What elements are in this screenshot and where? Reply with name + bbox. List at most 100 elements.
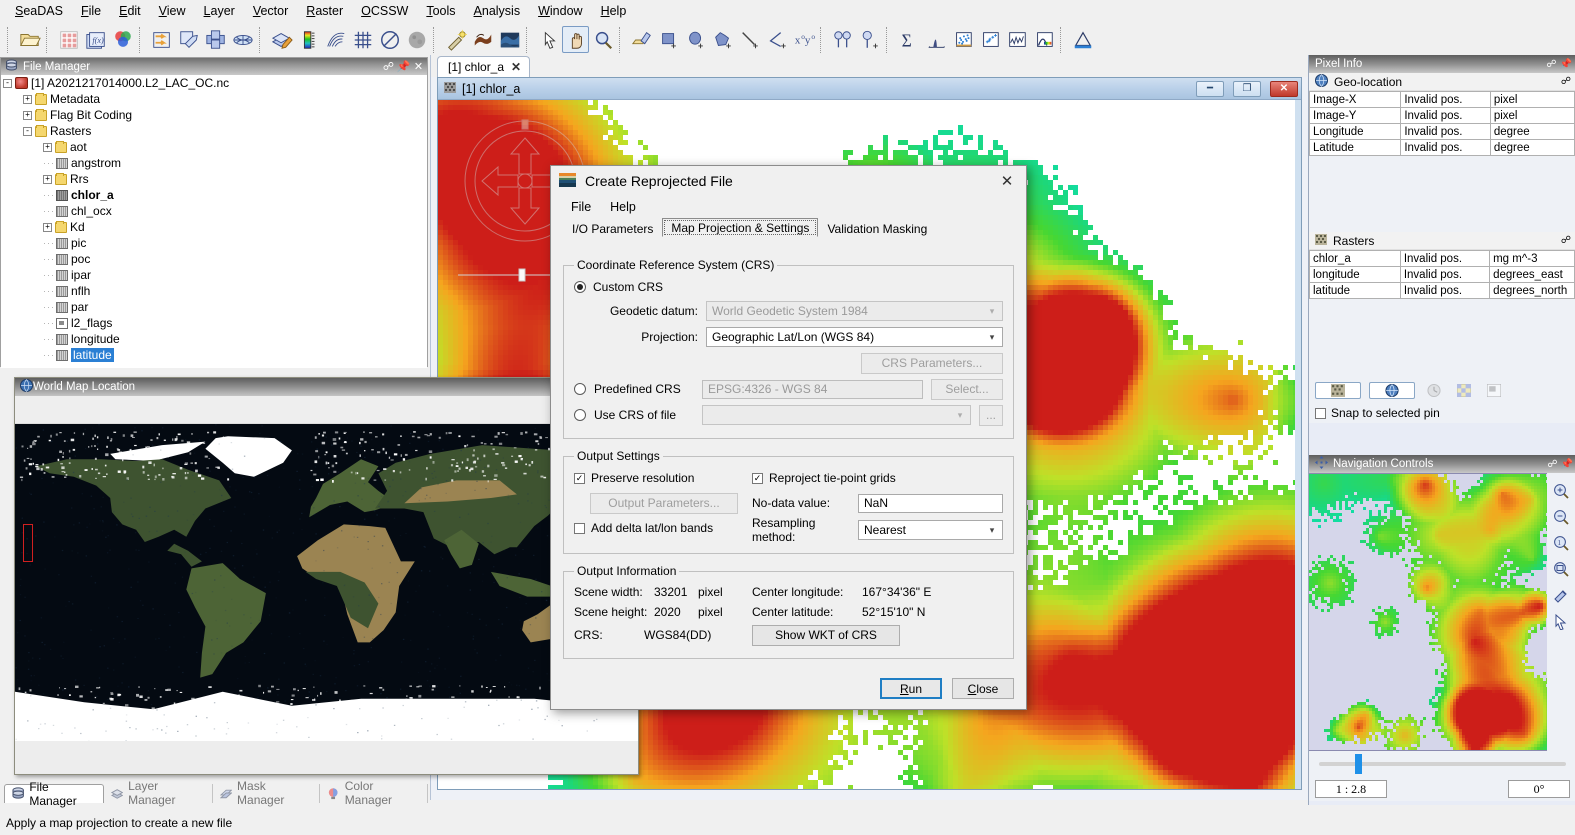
menu-item-view[interactable]: View — [150, 2, 195, 20]
menu-item-ocssw[interactable]: OCSSW — [352, 2, 417, 20]
menu-item-raster[interactable]: Raster — [297, 2, 352, 20]
scatter-plot-button[interactable] — [949, 26, 976, 53]
tree-expand-toggle[interactable]: - — [3, 79, 12, 88]
menu-item-help[interactable]: Help — [592, 2, 636, 20]
crs-parameters-button[interactable]: CRS Parameters... — [861, 353, 1003, 374]
zoom-in-button[interactable] — [1552, 481, 1572, 501]
tree-node[interactable]: +aot — [1, 139, 427, 155]
restore-button[interactable]: ❐ — [1233, 81, 1261, 97]
dialog-menu-file[interactable]: File — [563, 198, 599, 216]
browse-crs-file-button[interactable]: ... — [979, 405, 1003, 426]
add-delta-row[interactable]: Add delta lat/lon bands — [574, 517, 752, 539]
minimize-button[interactable]: ━ — [1196, 81, 1224, 97]
select-crs-button[interactable]: Select... — [931, 379, 1003, 400]
ellipse-tool[interactable] — [682, 26, 709, 53]
tiepoint-toggle-button[interactable] — [1453, 384, 1475, 397]
rasters-toggle-button[interactable] — [1315, 382, 1361, 399]
polyline-tool[interactable] — [763, 26, 790, 53]
tree-node[interactable]: ···longitude — [1, 331, 427, 347]
profile-plot-button[interactable] — [1003, 26, 1030, 53]
collapse-icon[interactable]: ☍ — [1561, 76, 1571, 87]
menu-item-vector[interactable]: Vector — [244, 2, 297, 20]
float-panel-icon[interactable]: ☍ — [382, 60, 395, 73]
tree-node[interactable]: +Flag Bit Coding — [1, 107, 427, 123]
show-wkt-button[interactable]: Show WKT of CRS — [752, 625, 900, 646]
tree-expand-toggle[interactable]: + — [43, 143, 52, 152]
layer-editor-button[interactable] — [268, 26, 295, 53]
menu-item-file[interactable]: File — [72, 2, 110, 20]
pin-placing-tool[interactable] — [829, 26, 856, 53]
zoom-ratio-field[interactable]: 1 : 2.8 — [1315, 780, 1387, 798]
float-panel-icon[interactable]: ☍ — [1547, 459, 1557, 470]
spectrum-view-button[interactable] — [1030, 26, 1057, 53]
collapse-icon[interactable]: ☍ — [1561, 235, 1571, 246]
preserve-resolution-row[interactable]: ✓ Preserve resolution — [574, 467, 752, 489]
resampling-combo[interactable]: Nearest ▾ — [858, 520, 1003, 540]
rectangle-tool[interactable] — [655, 26, 682, 53]
reproject-tiepoint-checkbox[interactable]: ✓ — [752, 473, 763, 484]
zoom-out-button[interactable] — [1552, 507, 1572, 527]
open-product-button[interactable] — [16, 26, 43, 53]
menu-item-tools[interactable]: Tools — [417, 2, 464, 20]
nodata-field[interactable]: NaN — [858, 494, 1003, 513]
dialog-menu-help[interactable]: Help — [602, 198, 644, 216]
close-panel-icon[interactable]: ✕ — [412, 60, 425, 73]
custom-crs-radio-row[interactable]: Custom CRS — [574, 276, 1003, 298]
gcp-placing-tool[interactable] — [856, 26, 883, 53]
bottom-tab-color-manager[interactable]: Color Manager — [320, 784, 428, 803]
rotation-field[interactable]: 0° — [1508, 780, 1570, 798]
tree-node[interactable]: ···nflh — [1, 283, 427, 299]
menu-item-window[interactable]: Window — [529, 2, 591, 20]
bottom-tab-mask-manager[interactable]: Mask Manager — [213, 784, 321, 803]
geometry-button[interactable] — [229, 26, 256, 53]
zoom-tool[interactable] — [589, 26, 616, 53]
magic-wand-button[interactable] — [442, 26, 469, 53]
tree-node[interactable]: ···poc — [1, 251, 427, 267]
product-tree[interactable]: -[1] A2021217014000.L2_LAC_OC.nc+Metadat… — [1, 75, 427, 368]
output-parameters-button[interactable]: Output Parameters... — [590, 493, 738, 514]
tab-validation-masking[interactable]: Validation Masking — [818, 219, 936, 237]
time-toggle-button[interactable] — [1423, 384, 1445, 397]
tree-expand-toggle[interactable]: + — [43, 175, 52, 184]
slider-track[interactable] — [1319, 762, 1566, 766]
preserve-resolution-checkbox[interactable]: ✓ — [574, 473, 585, 484]
projection-combo[interactable]: Geographic Lat/Lon (WGS 84) ▾ — [706, 327, 1003, 347]
world-map-canvas[interactable] — [15, 424, 638, 741]
tab-io-parameters[interactable]: I/O Parameters — [563, 219, 662, 237]
rasters-section-header[interactable]: Rasters ☍ — [1309, 232, 1575, 250]
predefined-crs-field[interactable]: EPSG:4326 - WGS 84 — [702, 380, 923, 399]
dialog-close-icon[interactable]: ✕ — [994, 170, 1020, 192]
tree-expand-toggle[interactable]: - — [23, 127, 32, 136]
slider-handle[interactable] — [1355, 754, 1362, 774]
reproject-tiepoint-row[interactable]: ✓ Reproject tie-point grids — [752, 467, 1003, 489]
tree-node[interactable]: ···chl_ocx — [1, 203, 427, 219]
tree-node[interactable]: ···chlor_a — [1, 187, 427, 203]
tree-node[interactable]: ···ipar — [1, 267, 427, 283]
add-delta-checkbox[interactable] — [574, 523, 585, 534]
snap-to-pin-row[interactable]: Snap to selected pin — [1309, 403, 1575, 423]
insert-text-tool[interactable]: xoyo — [790, 26, 817, 53]
pin-panel-icon[interactable]: 📌 — [1560, 59, 1572, 70]
tab-map-projection-settings[interactable]: Map Projection & Settings — [662, 218, 818, 237]
pin-panel-icon[interactable]: 📌 — [397, 60, 410, 73]
navigation-zoom-slider[interactable] — [1309, 751, 1575, 777]
geolocation-toggle-button[interactable] — [1369, 382, 1415, 399]
graticule-button[interactable] — [349, 26, 376, 53]
use-crs-of-file-radio[interactable] — [574, 409, 586, 421]
sync-cursor-button[interactable] — [1552, 611, 1572, 631]
close-window-button[interactable]: ✕ — [1270, 81, 1298, 97]
tree-expand-toggle[interactable]: + — [23, 111, 32, 120]
tree-node[interactable]: ···latitude — [1, 347, 427, 363]
tree-node[interactable]: ···angstrom — [1, 155, 427, 171]
band-maths-button[interactable]: f(x) — [82, 26, 109, 53]
histogram-button[interactable] — [922, 26, 949, 53]
tree-node[interactable]: -Rasters — [1, 123, 427, 139]
reproject-button[interactable] — [175, 26, 202, 53]
navigation-thumbnail[interactable] — [1309, 473, 1547, 751]
tree-node[interactable]: +Rrs — [1, 171, 427, 187]
tree-node[interactable]: ···par — [1, 299, 427, 315]
image-vertical-scrollbar[interactable] — [1295, 100, 1301, 789]
menu-item-seadas[interactable]: SeaDAS — [6, 2, 72, 20]
float-panel-icon[interactable]: ☍ — [1546, 59, 1556, 70]
information-button[interactable] — [1069, 26, 1096, 53]
